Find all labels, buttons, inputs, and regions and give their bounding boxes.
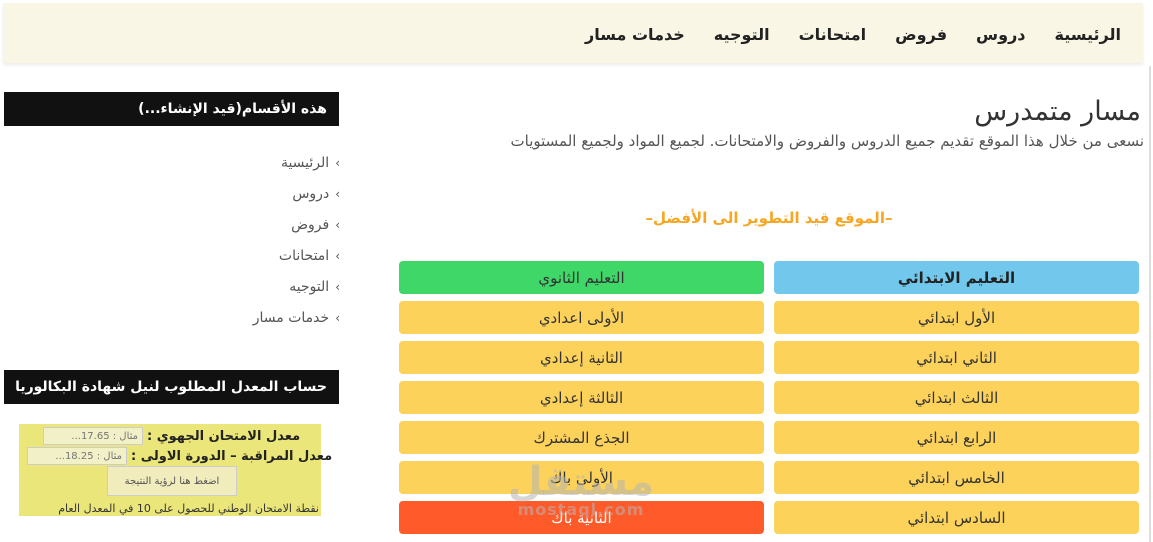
level-button-primary-5[interactable]: الخامس ابتدائي: [774, 461, 1139, 494]
development-notice: –الموقع قيد التطوير الى الأفضل–: [645, 209, 893, 227]
sidebar-sections-heading: هذه الأقسام(قيد الإنشاء...): [4, 92, 339, 126]
sidebar-item-label: دروس: [292, 185, 330, 202]
chevron-left-icon: ‹: [335, 186, 340, 201]
level-button-primary-2[interactable]: الثاني ابتدائي: [774, 341, 1139, 374]
nav-exams[interactable]: امتحانات: [799, 25, 867, 44]
sidebar-menu: ‹ الرئيسية ‹ دروس ‹ فروض ‹ امتحانات ‹ ال…: [200, 147, 340, 333]
page-edge-divider: [1149, 66, 1151, 542]
sidebar-item-label: فروض: [291, 216, 330, 233]
regional-exam-row: معدل الامتحان الجهوي :: [43, 426, 300, 446]
chevron-left-icon: ‹: [335, 279, 340, 294]
nav-lessons[interactable]: دروس: [976, 25, 1025, 44]
nav-home[interactable]: الرئيسية: [1055, 25, 1122, 44]
chevron-left-icon: ‹: [335, 310, 340, 325]
level-button-secondary-4[interactable]: الجذع المشترك: [399, 421, 764, 454]
regional-exam-input[interactable]: [43, 427, 143, 445]
sidebar-item-home[interactable]: ‹ الرئيسية: [200, 147, 340, 178]
sidebar-calc-heading: حساب المعدل المطلوب لنيل شهادة البكالوري…: [4, 370, 339, 404]
chevron-left-icon: ‹: [335, 155, 340, 170]
sidebar-item-label: التوجيه: [289, 278, 330, 295]
regional-exam-label: معدل الامتحان الجهوي :: [147, 428, 301, 444]
site-subtitle: نسعى من خلال هذا الموقع تقديم جميع الدرو…: [510, 132, 1144, 150]
nav-services[interactable]: خدمات مسار: [585, 25, 685, 44]
chevron-left-icon: ‹: [335, 217, 340, 232]
sidebar-item-label: خدمات مسار: [252, 309, 330, 326]
level-button-primary-1[interactable]: الأول ابتدائي: [774, 301, 1139, 334]
calc-result-note: نقطة الامتحان الوطني للحصول على 10 في ال…: [58, 502, 319, 515]
level-button-secondary-3[interactable]: الثالثة إعدادي: [399, 381, 764, 414]
continuous-assessment-row: معدل المراقبة – الدورة الاولى :: [27, 446, 332, 466]
level-button-primary-3[interactable]: الثالث ابتدائي: [774, 381, 1139, 414]
level-button-secondary-5[interactable]: الأولى باك: [399, 461, 764, 494]
sidebar-item-exams[interactable]: ‹ امتحانات: [200, 240, 340, 271]
continuous-assessment-input[interactable]: [27, 447, 127, 465]
nav-assignments[interactable]: فروض: [895, 25, 947, 44]
show-result-button[interactable]: اضغط هنا لرؤية النتيجة: [107, 466, 237, 496]
level-button-primary-6[interactable]: السادس ابتدائي: [774, 501, 1139, 534]
chevron-left-icon: ‹: [335, 248, 340, 263]
bac-average-calculator: معدل الامتحان الجهوي : معدل المراقبة – ا…: [19, 424, 332, 516]
main-nav: الرئيسية دروس فروض امتحانات التوجيه خدما…: [585, 25, 1121, 44]
sidebar-item-services[interactable]: ‹ خدمات مسار: [200, 302, 340, 333]
sidebar-item-assignments[interactable]: ‹ فروض: [200, 209, 340, 240]
site-title: مسار متمدرس: [974, 96, 1141, 127]
continuous-assessment-label: معدل المراقبة – الدورة الاولى :: [131, 448, 333, 464]
top-navbar: الرئيسية دروس فروض امتحانات التوجيه خدما…: [3, 3, 1143, 63]
level-button-secondary-6[interactable]: الثانية باك: [399, 501, 764, 534]
level-button-secondary-1[interactable]: الأولى اعدادي: [399, 301, 764, 334]
sidebar-item-label: الرئيسية: [280, 154, 330, 171]
primary-education-heading[interactable]: التعليم الابتدائي: [774, 261, 1139, 294]
sidebar-item-guidance[interactable]: ‹ التوجيه: [200, 271, 340, 302]
level-button-primary-4[interactable]: الرابع ابتدائي: [774, 421, 1139, 454]
nav-guidance[interactable]: التوجيه: [714, 25, 770, 44]
sidebar-item-label: امتحانات: [278, 247, 330, 264]
level-button-secondary-2[interactable]: الثانية إعدادي: [399, 341, 764, 374]
sidebar-item-lessons[interactable]: ‹ دروس: [200, 178, 340, 209]
secondary-education-heading[interactable]: التعليم الثانوي: [399, 261, 764, 294]
